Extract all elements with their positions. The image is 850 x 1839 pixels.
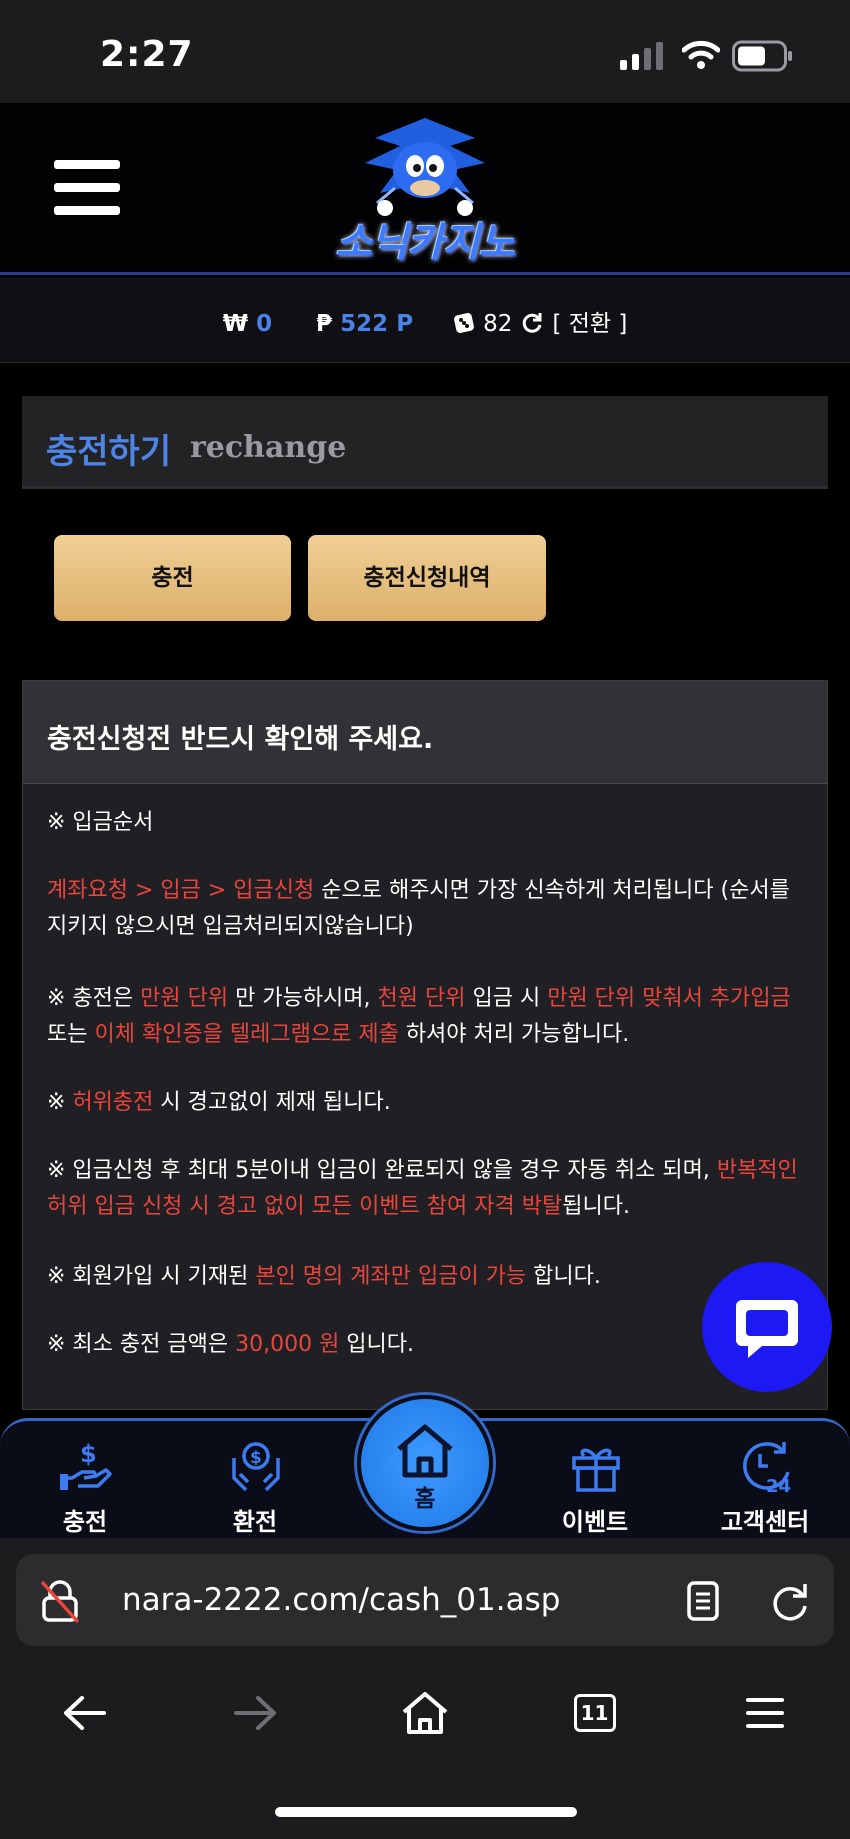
nav-event[interactable]: 이벤트 [510, 1418, 680, 1538]
nav-home-label: 홈 [414, 1486, 436, 1512]
balance-row: ₩ 0 ₱ 522 P 82 [ 전환 ] [0, 304, 850, 338]
notice-text: ※ 최소 충전 금액은 [47, 1332, 236, 1357]
tab-charge[interactable]: 충전 [54, 535, 291, 621]
address-bar[interactable]: nara-2222.com/cash_01.asp [16, 1554, 834, 1646]
site-logo[interactable]: 소닉카지노 [300, 108, 550, 268]
hamburger-line [54, 206, 120, 215]
chip-balance: 82 [483, 311, 513, 337]
chat-button[interactable] [702, 1262, 832, 1392]
notice-order-title: ※ 입금순서 [47, 810, 154, 835]
notice-text: 합니다. [526, 1264, 601, 1289]
notice-heading: 충전신청전 반드시 확인해 주세요. [47, 724, 434, 755]
svg-text:$: $ [250, 1448, 262, 1468]
notice-highlight: 만원 단위 [140, 986, 229, 1011]
url-text[interactable]: nara-2222.com/cash_01.asp [122, 1582, 560, 1618]
balance-bar: ₩ 0 ₱ 522 P 82 [ 전환 ] [0, 278, 850, 363]
notice-text: 만 가능하시며, [228, 986, 378, 1011]
won-icon: ₩ [222, 311, 249, 337]
svg-text:$: $ [80, 1440, 97, 1468]
notice-paragraph: ※ 허위충전 시 경고없이 제재 됩니다. [47, 1085, 817, 1121]
nav-exchange[interactable]: $ 환전 [170, 1418, 340, 1538]
browser-menu-icon[interactable] [745, 1696, 785, 1730]
nav-support-label: 고객센터 [720, 1508, 810, 1536]
won-balance: 0 [256, 311, 273, 337]
hamburger-line [54, 160, 120, 169]
home-indicator[interactable] [275, 1807, 577, 1817]
exchange-hands-icon: $ [232, 1442, 280, 1492]
nav-home[interactable]: 홈 [357, 1395, 493, 1531]
nav-exchange-label: 환전 [232, 1508, 278, 1536]
notice-text: ※ 충전은 [47, 986, 141, 1011]
sonic-mascot-icon [365, 118, 485, 216]
notice-highlight: 이체 확인증을 텔레그램으로 제출 [94, 1022, 399, 1047]
insecure-lock-icon [40, 1580, 80, 1624]
tab-count: 11 [580, 1701, 609, 1725]
chat-bubble-icon [736, 1300, 798, 1358]
notice-text: ※ [47, 1090, 73, 1115]
point-icon: ₱ [316, 311, 333, 337]
dice-icon [454, 313, 475, 333]
notice-text: ※ 입금신청 후 최대 5분이내 입금이 완료되지 않을 경우 자동 취소 되며… [47, 1158, 717, 1183]
notice-text: 입니다. [339, 1332, 415, 1357]
notice-text: 시 경고없이 제재 됩니다. [153, 1090, 391, 1115]
nav-support[interactable]: 24 고객센터 [680, 1418, 850, 1538]
status-time: 2:27 [100, 34, 194, 75]
tabs-button[interactable]: 11 [574, 1694, 616, 1732]
notice-text: 또는 [47, 1022, 95, 1047]
notice-paragraph: ※ 회원가입 시 기재된 본인 명의 계좌만 입금이 가능 합니다. [47, 1259, 817, 1295]
browser-home-icon[interactable] [400, 1690, 450, 1736]
back-arrow-icon[interactable] [62, 1694, 108, 1732]
tab-charge-history[interactable]: 충전신청내역 [308, 535, 546, 621]
battery-icon [732, 40, 792, 72]
notice-text: 됩니다. [562, 1194, 630, 1219]
notice-highlight: 허위충전 [72, 1090, 154, 1115]
gift-icon [572, 1448, 620, 1492]
status-bar: 2:27 [0, 0, 850, 103]
notice-highlight: 30,000 원 [235, 1332, 340, 1357]
support-24-icon: 24 [743, 1442, 791, 1494]
notice-paragraph: ※ 충전은 만원 단위 만 가능하시며, 천원 단위 입금 시 만원 단위 맞춰… [47, 981, 817, 1053]
nav-charge-label: 충전 [62, 1508, 108, 1536]
notice-highlight: 본인 명의 계좌만 입금이 가능 [255, 1264, 527, 1289]
page-subtitle: rechange [190, 430, 347, 465]
point-balance: 522 P [340, 311, 414, 337]
notice-text: 입금 시 [465, 986, 548, 1011]
svg-text:24: 24 [766, 1476, 791, 1494]
convert-button[interactable]: [ 전환 ] [552, 311, 627, 337]
notice-paragraph: 계좌요청 > 입금 > 입금신청 순으로 해주시면 가장 신속하게 처리됩니다 … [47, 873, 817, 945]
logo-text: 소닉카지노 [335, 220, 516, 266]
forward-arrow-icon[interactable] [232, 1694, 278, 1732]
hamburger-line [54, 183, 120, 192]
refresh-icon[interactable] [520, 311, 544, 335]
signal-icon [620, 42, 663, 70]
page-title-bar: 충전하기 rechange [22, 396, 828, 489]
notice-text: ※ 회원가입 시 기재된 [47, 1264, 256, 1289]
reload-icon[interactable] [768, 1580, 810, 1622]
nav-charge[interactable]: $ 충전 [0, 1418, 170, 1538]
notice-highlight: 계좌요청 > 입금 > 입금신청 [47, 878, 315, 903]
notice-header: 충전신청전 반드시 확인해 주세요. [23, 681, 827, 784]
notice-highlight: 만원 단위 맞춰서 추가입금 [547, 986, 791, 1011]
nav-event-label: 이벤트 [561, 1508, 629, 1536]
charge-hand-icon: $ [60, 1440, 112, 1490]
page-title: 충전하기 [46, 432, 172, 472]
notice-text: 하셔야 처리 가능합니다. [398, 1022, 630, 1047]
browser-toolbar: nara-2222.com/cash_01.asp 11 [0, 1538, 850, 1839]
notice-highlight: 천원 단위 [377, 986, 466, 1011]
home-icon [397, 1424, 453, 1478]
wifi-icon [682, 40, 720, 69]
reader-mode-icon[interactable] [686, 1580, 722, 1622]
notice-paragraph: ※ 입금신청 후 최대 5분이내 입금이 완료되지 않을 경우 자동 취소 되며… [47, 1153, 817, 1225]
